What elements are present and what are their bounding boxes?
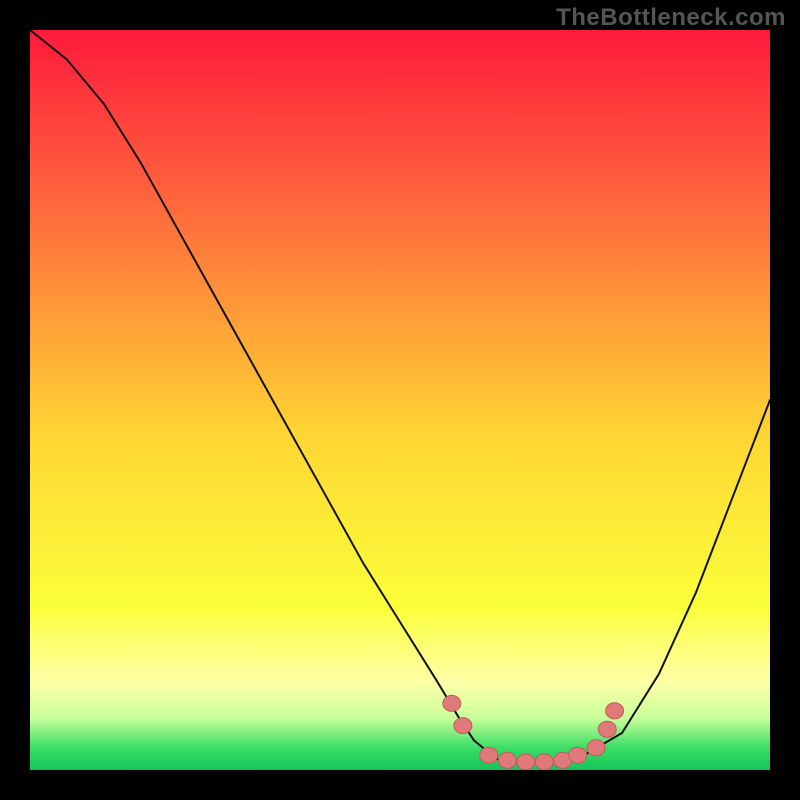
curve-marker <box>480 747 498 763</box>
curve-marker <box>606 703 624 719</box>
gradient-background <box>30 30 770 770</box>
curve-marker <box>569 747 587 763</box>
chart-svg <box>30 30 770 770</box>
curve-marker <box>443 695 461 711</box>
curve-marker <box>598 721 616 737</box>
curve-marker <box>535 754 553 770</box>
curve-marker <box>587 740 605 756</box>
bottleneck-chart <box>30 30 770 770</box>
watermark-text: TheBottleneck.com <box>556 4 786 32</box>
curve-marker <box>498 752 516 768</box>
curve-marker <box>517 754 535 770</box>
page-root: TheBottleneck.com <box>0 0 800 800</box>
curve-marker <box>454 718 472 734</box>
